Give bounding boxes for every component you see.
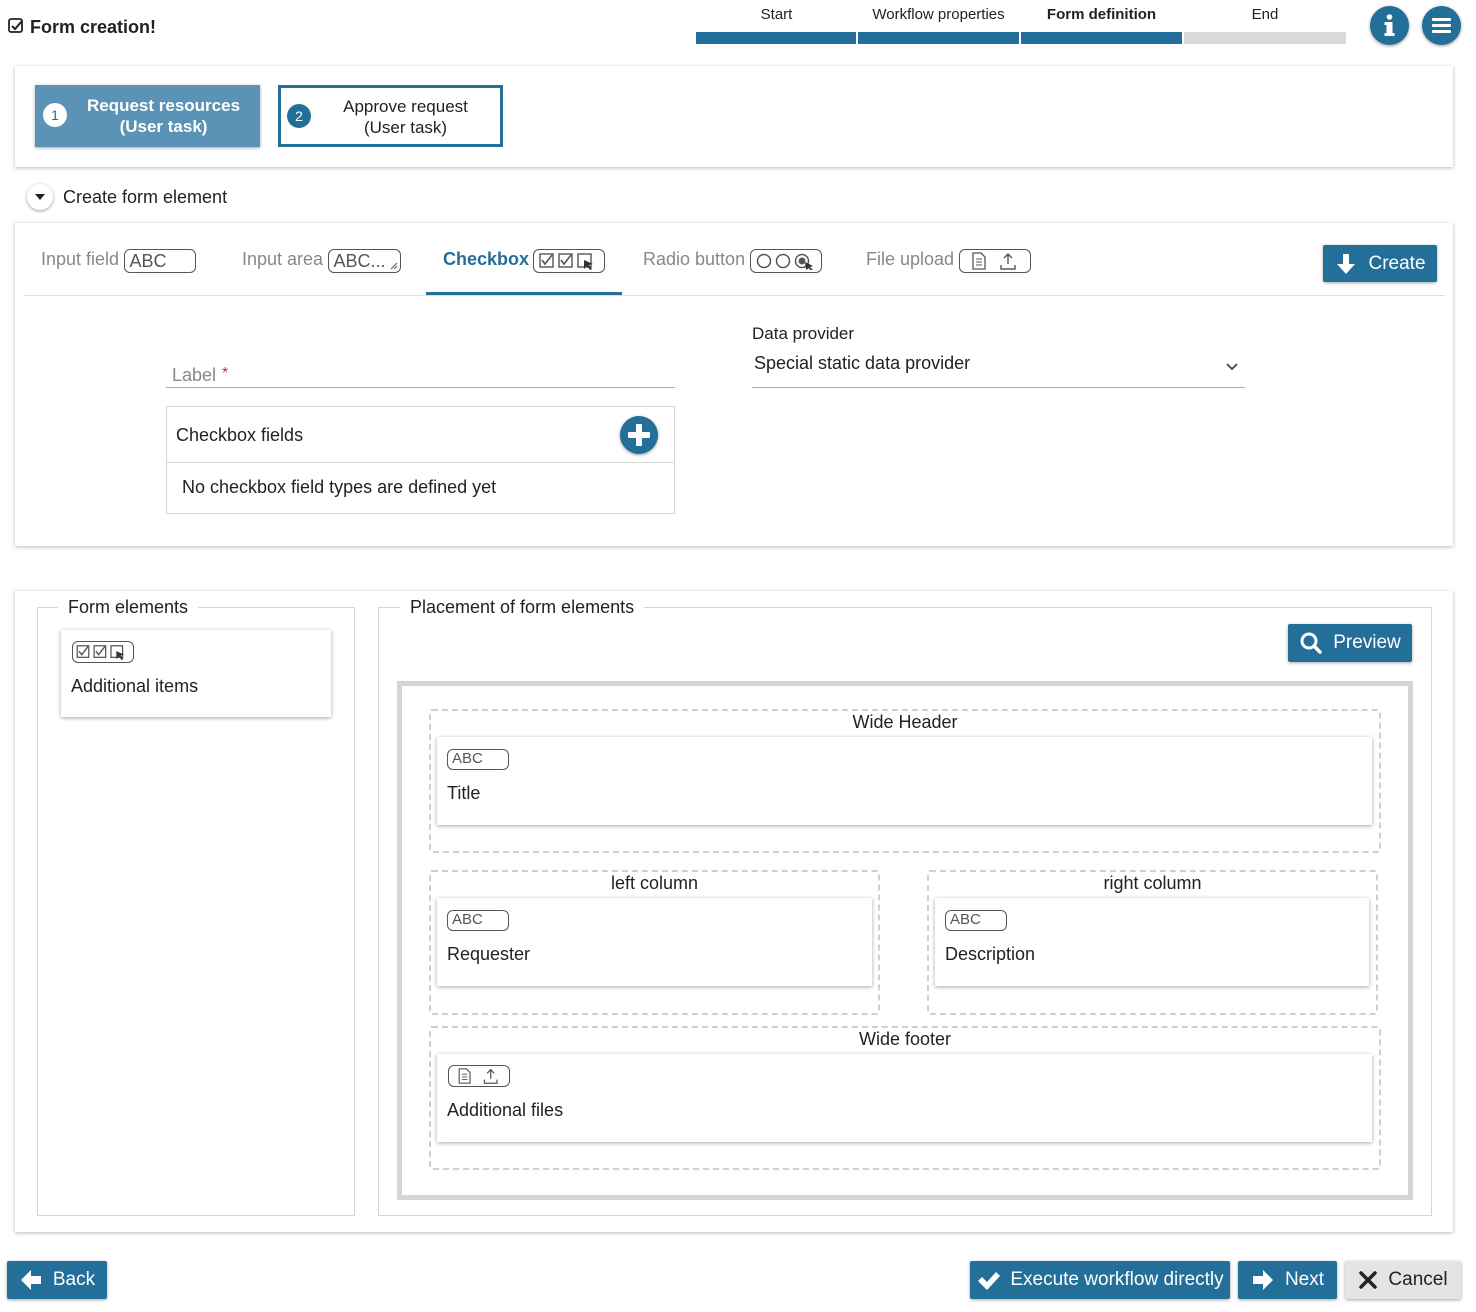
data-provider-label: Data provider — [752, 324, 855, 343]
data-provider-value: Special static data provider — [754, 353, 971, 373]
chevron-down-icon — [27, 184, 53, 210]
preview-button[interactable]: Preview — [1288, 624, 1412, 662]
form-elements-title: Form elements — [58, 597, 199, 618]
arrow-right-icon — [1252, 1270, 1273, 1290]
placed-element-label: Additional files — [447, 1100, 564, 1120]
panel-divider — [167, 462, 674, 463]
required-marker: * — [222, 365, 229, 382]
checkbox-group-icon — [533, 249, 606, 273]
input-field-icon: ABC — [447, 910, 509, 931]
tabs-divider — [24, 295, 1445, 296]
execute-workflow-button[interactable]: Execute workflow directly — [970, 1261, 1230, 1299]
task-type: (User task) — [363, 118, 448, 137]
placed-element-label: Requester — [447, 944, 531, 964]
layout-canvas: Wide Header ABC Title left column ABC Re… — [397, 681, 1413, 1200]
checkbox-checked-icon — [8, 18, 24, 39]
checkbox-fields-panel: Checkbox fields No checkbox field types … — [166, 406, 675, 514]
input-field-icon: ABC — [123, 249, 196, 273]
placed-element-description[interactable]: ABC Description — [935, 898, 1369, 986]
step-form-definition[interactable]: Form definition — [1021, 0, 1182, 44]
checkbox-fields-title: Checkbox fields — [176, 425, 304, 445]
create-form-element-label: Create form element — [63, 187, 228, 207]
task-button-request-resources[interactable]: 1 Request resources (User task) — [35, 85, 260, 147]
task-number-badge: 2 — [287, 104, 311, 128]
checkbox-group-icon — [72, 641, 134, 663]
search-icon — [1300, 632, 1322, 654]
form-elements-fieldset: Form elements Additional items — [37, 597, 355, 1216]
step-bar — [1184, 32, 1346, 44]
hamburger-menu-icon — [1432, 18, 1451, 33]
cancel-button[interactable]: Cancel — [1345, 1261, 1461, 1299]
radio-button-icon — [749, 249, 822, 273]
placed-element-additional-files[interactable]: Additional files — [437, 1054, 1372, 1142]
zone-title: Wide footer — [858, 1029, 952, 1049]
close-icon — [1359, 1271, 1378, 1289]
placed-element-title[interactable]: ABC Title — [437, 737, 1372, 825]
step-workflow-properties[interactable]: Workflow properties — [858, 0, 1019, 44]
placed-element-requester[interactable]: ABC Requester — [437, 898, 872, 986]
zone-wide-header: Wide Header ABC Title — [429, 709, 1381, 853]
tab-input-field[interactable]: Input field ABC — [41, 249, 196, 281]
info-icon — [1384, 14, 1395, 36]
form-element-label: Additional items — [71, 676, 199, 696]
tab-checkbox[interactable]: Checkbox — [426, 249, 622, 295]
plus-icon — [628, 424, 650, 446]
task-name: Approve request — [343, 97, 468, 116]
create-form-element-toggle[interactable]: Create form element — [27, 184, 257, 212]
zone-title: left column — [610, 873, 699, 893]
step-start[interactable]: Start — [696, 0, 857, 44]
input-field-icon: ABC — [945, 910, 1007, 931]
next-button[interactable]: Next — [1238, 1261, 1337, 1299]
form-layout-card: Form elements Additional items Placement… — [15, 591, 1453, 1232]
create-element-card: Input field ABC Input area ABC... Checkb… — [15, 223, 1453, 546]
task-number-badge: 1 — [43, 103, 67, 127]
task-type: (User task) — [119, 117, 208, 136]
tab-radio-button[interactable]: Radio button — [643, 249, 822, 281]
data-provider-select[interactable]: Special static data provider — [752, 350, 1245, 388]
step-bar — [858, 32, 1019, 44]
app-header: Form creation! Start Workflow properties… — [0, 0, 1476, 56]
task-name: Request resources — [86, 96, 241, 115]
page-title: Form creation! — [30, 17, 157, 37]
add-checkbox-field-button[interactable] — [620, 416, 658, 454]
tab-file-upload[interactable]: File upload — [866, 249, 1031, 281]
label-placeholder: Label — [172, 365, 217, 385]
progress-steps: Start Workflow properties Form definitio… — [696, 0, 1346, 44]
step-end[interactable]: End — [1184, 0, 1346, 44]
placement-title: Placement of form elements — [400, 597, 645, 618]
step-bar — [696, 32, 856, 44]
input-area-icon: ABC... — [327, 249, 401, 273]
form-element-additional-items[interactable]: Additional items — [61, 630, 331, 717]
zone-right-column: right column ABC Description — [927, 870, 1378, 1015]
back-button[interactable]: Back — [7, 1261, 107, 1299]
zone-title: Wide Header — [852, 712, 958, 732]
chevron-down-icon — [1226, 363, 1238, 371]
step-bar — [1021, 32, 1182, 44]
input-field-icon: ABC — [447, 749, 509, 770]
placement-fieldset: Placement of form elements Preview Wide … — [378, 597, 1432, 1216]
zone-title: right column — [1103, 873, 1202, 893]
placed-element-label: Description — [945, 944, 1036, 964]
checkbox-fields-empty-message: No checkbox field types are defined yet — [182, 477, 497, 497]
checkmark-icon — [978, 1272, 1001, 1290]
info-button[interactable] — [1370, 6, 1409, 45]
task-selector-card: 1 Request resources (User task) 2 Approv… — [15, 66, 1453, 167]
placed-element-label: Title — [447, 783, 481, 803]
zone-wide-footer: Wide footer Additional files — [429, 1026, 1381, 1170]
file-upload-icon — [958, 249, 1031, 273]
create-button[interactable]: Create — [1323, 245, 1437, 282]
arrow-left-icon — [20, 1270, 41, 1290]
zone-left-column: left column ABC Requester — [429, 870, 880, 1015]
menu-button[interactable] — [1422, 6, 1461, 45]
arrow-down-icon — [1337, 253, 1356, 274]
tab-input-area[interactable]: Input area ABC... — [242, 249, 401, 281]
file-upload-icon — [448, 1065, 510, 1087]
label-input[interactable]: Label * — [166, 361, 675, 388]
task-button-approve-request[interactable]: 2 Approve request (User task) — [278, 85, 503, 147]
